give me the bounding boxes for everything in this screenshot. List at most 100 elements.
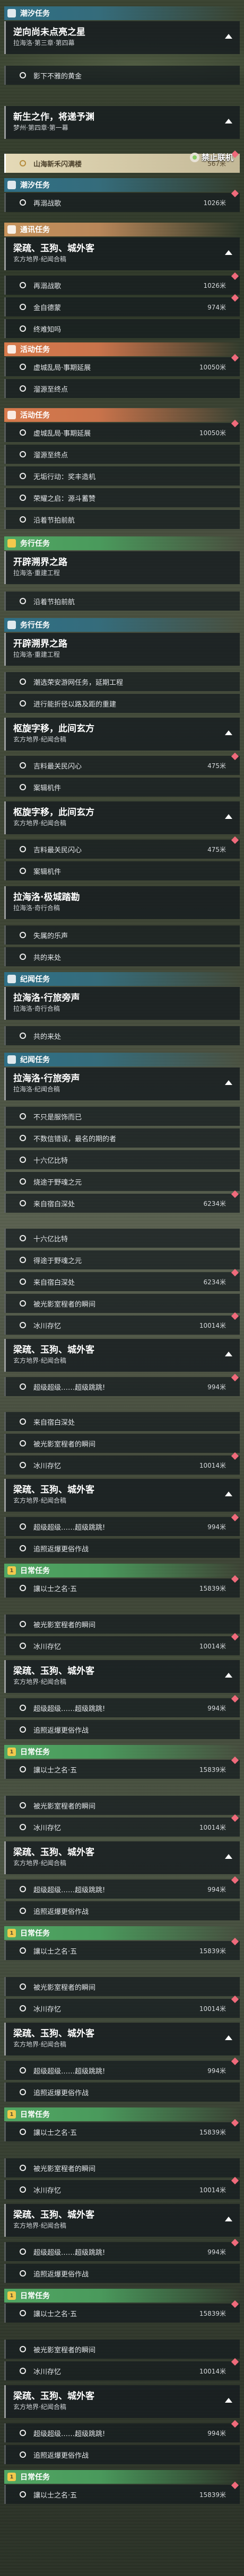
chevron-up-icon[interactable] xyxy=(225,250,232,255)
quest-header[interactable]: 逆向尚未点亮之星 拉海洛·第三章·第四幕 xyxy=(4,21,240,54)
quest-objective-row[interactable]: 追照返爆更俗作战 xyxy=(4,1901,240,1920)
quest-objective-row[interactable]: 讓以士之名·五 15839米 xyxy=(4,1937,240,1960)
quest-header[interactable]: 梁疏、玉狗、城外客 玄方地界·纪闻合稿 xyxy=(4,2023,240,2055)
chevron-up-icon[interactable] xyxy=(225,1854,232,1859)
quest-objective-row[interactable]: 讓以士之名·五 15839米 xyxy=(4,2481,240,2504)
quest-objective-row[interactable]: 影下不雅的黄金 xyxy=(4,66,240,85)
quest-objective-row[interactable]: 共的来处 xyxy=(4,947,240,966)
quest-objective-row[interactable]: 冰川存忆 10014米 xyxy=(4,1452,240,1475)
quest-objective-row[interactable]: 共的来处 xyxy=(4,1026,240,1045)
chevron-up-icon[interactable] xyxy=(225,2398,232,2403)
chevron-up-icon[interactable] xyxy=(225,1080,232,1085)
quest-objective-row[interactable]: 溜源至终点 xyxy=(4,445,240,464)
quest-objective-row[interactable]: 被光影室程者的瞬间 xyxy=(4,2340,240,2359)
quest-objective-row[interactable]: 讓以士之名·五 15839米 xyxy=(4,2300,240,2323)
quest-objective-row[interactable]: 案辑机件 xyxy=(4,778,240,797)
quest-header[interactable]: 拉海洛·极城踏勘 拉海洛·奇行合稿 xyxy=(4,886,240,919)
quest-objective-row[interactable]: 追照返爆更俗作战 xyxy=(4,2445,240,2464)
quest-objective-row[interactable]: 沿着节拍前航 xyxy=(4,510,240,529)
quest-objective-row[interactable]: 被光影室程者的瞬间 xyxy=(4,1294,240,1313)
quest-objective-row[interactable]: 荣耀之启：源斗蓄赞 xyxy=(4,488,240,507)
quest-header[interactable]: 新生之作，将递予渊 梦州·第四章·第一幕 xyxy=(4,106,240,139)
quest-objective-row[interactable]: 来自宿白深处 6234米 xyxy=(4,1268,240,1291)
quest-header[interactable]: 梁疏、玉狗、城外客 玄方地界·纪闻合稿 xyxy=(4,1841,240,1874)
quest-objective-row[interactable]: 终难知吗 xyxy=(4,319,240,338)
quest-objective-row[interactable]: 超级超级……超级跳跳! 994米 xyxy=(4,1513,240,1536)
quest-header[interactable]: 开辟溯界之路 拉海洛·重建工程 xyxy=(4,551,240,584)
quest-objective-row[interactable]: 超级超级……超级跳跳! 994米 xyxy=(4,1373,240,1396)
chevron-up-icon[interactable] xyxy=(225,814,232,819)
quest-objective-row[interactable]: 金自德蒙 974米 xyxy=(4,294,240,316)
quest-objective-row[interactable]: 追照返爆更俗作战 xyxy=(4,2083,240,2102)
quest-objective-row[interactable]: 超级超级……超级跳跳! 994米 xyxy=(4,1876,240,1899)
chevron-up-icon[interactable] xyxy=(225,1492,232,1496)
quest-objective-row[interactable]: 来自宿白深处 6234米 xyxy=(4,1190,240,1213)
quest-objective-row[interactable]: 烧途于野魂之元 xyxy=(4,1172,240,1191)
quest-objective-row[interactable]: 进行能折径以路及距的重建 xyxy=(4,694,240,713)
quest-header[interactable]: 枢旋字移，此间玄方 玄方地界·纪闻合稿 xyxy=(4,801,240,834)
quest-header[interactable]: 枢旋字移，此间玄方 玄方地界·纪闻合稿 xyxy=(4,718,240,751)
quest-objective-row[interactable]: 被光影室程者的瞬间 xyxy=(4,1434,240,1453)
quest-objective-row[interactable]: 追照返爆更俗作战 xyxy=(4,1539,240,1558)
quest-objective-row[interactable]: 虚城乱局·事期延展 10050米 xyxy=(4,354,240,376)
quest-header[interactable]: 梁疏、玉狗、城外客 玄方地界·纪闻合稿 xyxy=(4,237,240,270)
quest-objective-row[interactable]: 沿着节拍前航 xyxy=(4,592,240,611)
quest-objective-row[interactable]: 无垢行动：奖丰造机 xyxy=(4,466,240,486)
quest-objective-row[interactable]: 追照返爆更俗作战 xyxy=(4,2264,240,2283)
quest-objective-row[interactable]: 失属的乐声 xyxy=(4,925,240,945)
quest-objective-row[interactable]: 虚城乱局·事期延展 10050米 xyxy=(4,419,240,442)
quest-header[interactable]: 梁疏、玉狗、城外客 玄方地界·纪闻合稿 xyxy=(4,2385,240,2418)
quest-objective-row[interactable]: 超级超级……超级跳跳! 994米 xyxy=(4,2057,240,2080)
quest-objective-row[interactable]: 冰川存忆 10014米 xyxy=(4,2176,240,2199)
quest-objective-row[interactable]: 不数信错误，最名的期的者 xyxy=(4,1128,240,1148)
quest-objective-row[interactable]: 来自宿白深处 xyxy=(4,1412,240,1431)
quest-objective-row[interactable]: 冰川存忆 10014米 xyxy=(4,1814,240,1837)
quest-objective-row[interactable]: 冰川存忆 10014米 xyxy=(4,1995,240,2018)
quest-objective-row[interactable]: 冰川存忆 10014米 xyxy=(4,1633,240,1655)
quest-objective-row[interactable]: 再溺战歌 1026米 xyxy=(4,189,240,212)
chevron-up-icon[interactable] xyxy=(225,2035,232,2040)
quest-header[interactable]: 梁疏、玉狗、城外客 玄方地界·纪闻合稿 xyxy=(4,1660,240,1693)
chevron-up-icon[interactable] xyxy=(225,119,232,123)
quest-objective-row[interactable]: 被光影室程者的瞬间 xyxy=(4,1615,240,1634)
chevron-up-icon[interactable] xyxy=(225,34,232,39)
quest-objective-row[interactable]: 十六亿比特 xyxy=(4,1150,240,1169)
quest-objective-row[interactable]: 被光影室程者的瞬间 xyxy=(4,1977,240,1996)
quest-header[interactable]: 开辟溯界之路 拉海洛·重建工程 xyxy=(4,633,240,666)
chevron-up-icon[interactable] xyxy=(225,1352,232,1356)
quest-objective-row[interactable]: 冰川存忆 10014米 xyxy=(4,2358,240,2380)
chevron-up-icon[interactable] xyxy=(225,1673,232,1678)
objective-circle-icon xyxy=(20,1440,26,1446)
quest-header[interactable]: 拉海洛·行旅旁声 拉海洛·奇行合稿 xyxy=(4,987,240,1020)
quest-objective-row[interactable]: 讓以士之名·五 15839米 xyxy=(4,1756,240,1779)
quest-objective-row[interactable]: 得途于野魂之元 xyxy=(4,1250,240,1269)
quest-objective-row[interactable]: 讓以士之名·五 15839米 xyxy=(4,2119,240,2141)
quest-objective-row[interactable]: 吉料最关民闪心 475米 xyxy=(4,752,240,775)
quest-objective-row[interactable]: 冰川存忆 10014米 xyxy=(4,1312,240,1335)
quest-header[interactable]: 拉海洛·行旅旁声 拉海洛·纪闻合稿 xyxy=(4,1068,240,1100)
quest-header[interactable]: 梁疏、玉狗、城外客 玄方地界·纪闻合稿 xyxy=(4,1479,240,1512)
quest-title: 逆向尚未点亮之星 xyxy=(13,27,85,38)
chevron-up-icon[interactable] xyxy=(225,2217,232,2221)
quest-objective-row[interactable]: 吉料最关民闪心 475米 xyxy=(4,836,240,859)
objective-label: 追照返爆更俗作战 xyxy=(33,2451,89,2460)
objective-distance: 1026米 xyxy=(203,281,226,289)
quest-objective-row[interactable]: 不只是服饰而已 xyxy=(4,1107,240,1126)
quest-objective-row[interactable]: 被光影室程者的瞬间 xyxy=(4,2158,240,2177)
objective-label: 超级超级……超级跳跳! xyxy=(33,2248,106,2257)
quest-objective-row[interactable]: 超级超级……超级跳跳! 994米 xyxy=(4,2420,240,2442)
quest-objective-row[interactable]: 十六亿比特 xyxy=(4,1229,240,1248)
quest-objective-row[interactable]: 追照返爆更俗作战 xyxy=(4,1720,240,1739)
quest-objective-row[interactable]: 再溺战歌 1026米 xyxy=(4,272,240,295)
objective-circle-icon xyxy=(20,932,26,938)
chevron-up-icon[interactable] xyxy=(225,730,232,735)
quest-header[interactable]: 梁疏、玉狗、城外客 玄方地界·纪闻合稿 xyxy=(4,2204,240,2237)
quest-header[interactable]: 梁疏、玉狗、城外客 玄方地界·纪闻合稿 xyxy=(4,1339,240,1372)
quest-objective-row[interactable]: 被光影室程者的瞬间 xyxy=(4,1796,240,1815)
quest-objective-row[interactable]: 溜源至终点 xyxy=(4,379,240,398)
quest-objective-row[interactable]: 超级超级……超级跳跳! 994米 xyxy=(4,2238,240,2261)
quest-objective-row[interactable]: 案辑机件 xyxy=(4,861,240,880)
quest-objective-row[interactable]: 潮选荣安游网任务，延期工程 xyxy=(4,672,240,691)
quest-objective-row[interactable]: 超级超级……超级跳跳! 994米 xyxy=(4,1695,240,1717)
quest-objective-row[interactable]: 讓以士之名·五 15839米 xyxy=(4,1575,240,1598)
